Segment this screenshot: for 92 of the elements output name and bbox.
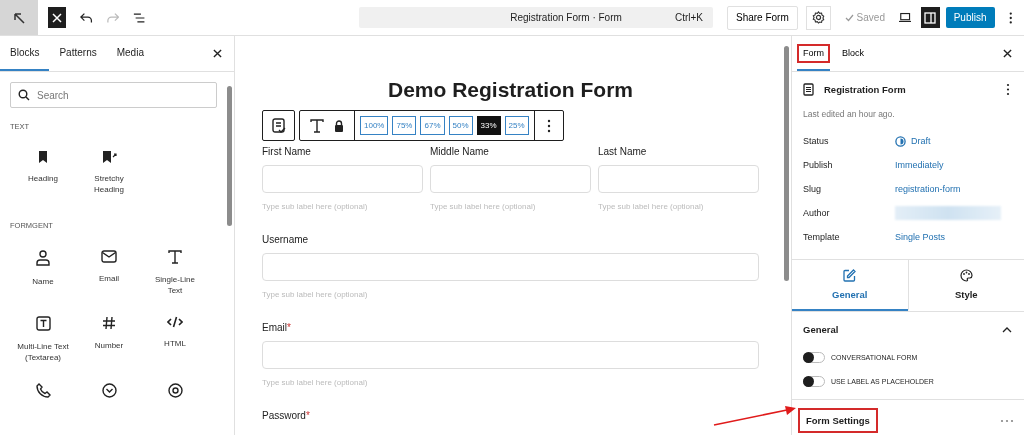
phone-icon (35, 383, 51, 398)
input-field[interactable] (262, 165, 423, 193)
letter-t-icon (168, 250, 182, 264)
draft-status-icon (895, 135, 906, 147)
meta-link[interactable]: Immediately (895, 160, 944, 170)
publish-button[interactable]: Publish (945, 7, 995, 28)
close-button[interactable] (47, 7, 67, 28)
input-field[interactable] (262, 341, 759, 369)
letter-t-icon[interactable] (310, 118, 324, 133)
settings-button[interactable] (805, 5, 831, 30)
text-box-icon (35, 316, 51, 331)
arrow-icon (11, 10, 26, 25)
close-icon[interactable] (1003, 49, 1012, 58)
close-icon (52, 12, 62, 23)
hash-icon (102, 316, 116, 330)
undo-icon[interactable] (80, 11, 93, 24)
more-icon[interactable] (1008, 10, 1012, 25)
input-field[interactable] (598, 165, 759, 193)
code-icon (167, 316, 183, 328)
block-item[interactable]: HTML (142, 316, 208, 363)
meta-label: Slug (803, 184, 822, 194)
document-title: Registration Form · Form (509, 12, 623, 23)
meta-label: Template (803, 232, 841, 242)
inserter-tab[interactable]: Patterns (49, 36, 107, 71)
back-button[interactable] (0, 0, 38, 35)
width-option[interactable]: 67% (420, 116, 445, 135)
meta-label: Publish (803, 160, 834, 170)
field-label: Username (262, 234, 310, 245)
check-icon (844, 13, 854, 22)
lock-icon[interactable] (334, 119, 344, 132)
toggle-switch[interactable] (803, 375, 825, 387)
envelope-icon (101, 250, 117, 263)
palette-icon (959, 269, 973, 282)
more-icon[interactable] (1006, 83, 1010, 96)
section-title: General (803, 324, 839, 335)
required-mark: * (305, 410, 310, 421)
bookmark-arrow-icon (101, 151, 117, 163)
block-item[interactable]: Number (76, 316, 142, 363)
sidebar-tab[interactable]: Block (836, 36, 870, 71)
keyboard-shortcut: Ctrl+K (674, 12, 703, 23)
more-icon[interactable] (546, 118, 551, 133)
field-label: Last Name (598, 146, 648, 157)
list-view-icon[interactable] (132, 11, 146, 24)
bookmark-icon (38, 151, 48, 163)
input-field[interactable] (430, 165, 591, 193)
last-edited-text: Last edited an hour ago. (803, 109, 896, 119)
inserter-tab[interactable]: Blocks (0, 36, 50, 71)
width-option[interactable]: 50% (448, 116, 473, 135)
block-item[interactable]: Stretchy Heading (76, 151, 142, 195)
width-option[interactable]: 33% (476, 116, 501, 135)
status-link[interactable]: Draft (895, 135, 931, 147)
sidebar-toggle-button[interactable] (921, 7, 940, 28)
form-icon (271, 117, 286, 134)
chevron-icon[interactable] (1002, 326, 1012, 333)
field-label: Password* (262, 410, 311, 421)
block-item[interactable]: Multi-Line Text (Textarea) (10, 316, 76, 363)
block-item[interactable]: Heading (10, 151, 76, 195)
field-label: Email* (262, 322, 292, 333)
toggle-switch[interactable] (803, 351, 825, 363)
inserter-tab[interactable]: Media (106, 36, 154, 71)
width-option[interactable]: 100% (360, 116, 389, 135)
meta-link[interactable]: Single Posts (895, 232, 946, 242)
meta-label: Author (803, 208, 831, 218)
section-title[interactable]: Form Settings (798, 408, 878, 433)
radio-icon (167, 383, 183, 398)
search-field[interactable]: Search (10, 82, 217, 108)
block-item[interactable]: Email (76, 250, 142, 296)
settings-icon (811, 11, 825, 24)
edit-icon (843, 269, 857, 282)
width-option[interactable]: 25% (504, 116, 529, 135)
command-bar[interactable]: Registration Form · Form Ctrl+K (359, 7, 713, 28)
document-icon (803, 83, 814, 96)
search-icon (18, 89, 30, 101)
laptop-icon[interactable] (898, 12, 912, 23)
field-label: Middle Name (430, 146, 490, 157)
person-icon (36, 250, 50, 266)
required-mark: * (287, 322, 291, 333)
chevron-circle-icon (101, 383, 117, 398)
close-icon[interactable] (213, 49, 222, 58)
field-label: First Name (262, 146, 312, 157)
meta-label: Status (803, 136, 830, 146)
meta-link[interactable]: registration-form (895, 184, 961, 194)
share-button[interactable]: Share Form (726, 5, 798, 30)
input-field[interactable] (262, 253, 759, 281)
width-option[interactable]: 75% (392, 116, 417, 135)
block-item[interactable]: Single-Line Text (142, 250, 208, 296)
block-item[interactable]: Name (10, 250, 76, 296)
saved-status: Saved (844, 12, 885, 23)
form-title: Demo Registration Form (387, 78, 634, 102)
block-type-button[interactable] (262, 110, 295, 141)
document-title: Registration Form (824, 84, 906, 95)
sidebar-icon (924, 11, 937, 24)
